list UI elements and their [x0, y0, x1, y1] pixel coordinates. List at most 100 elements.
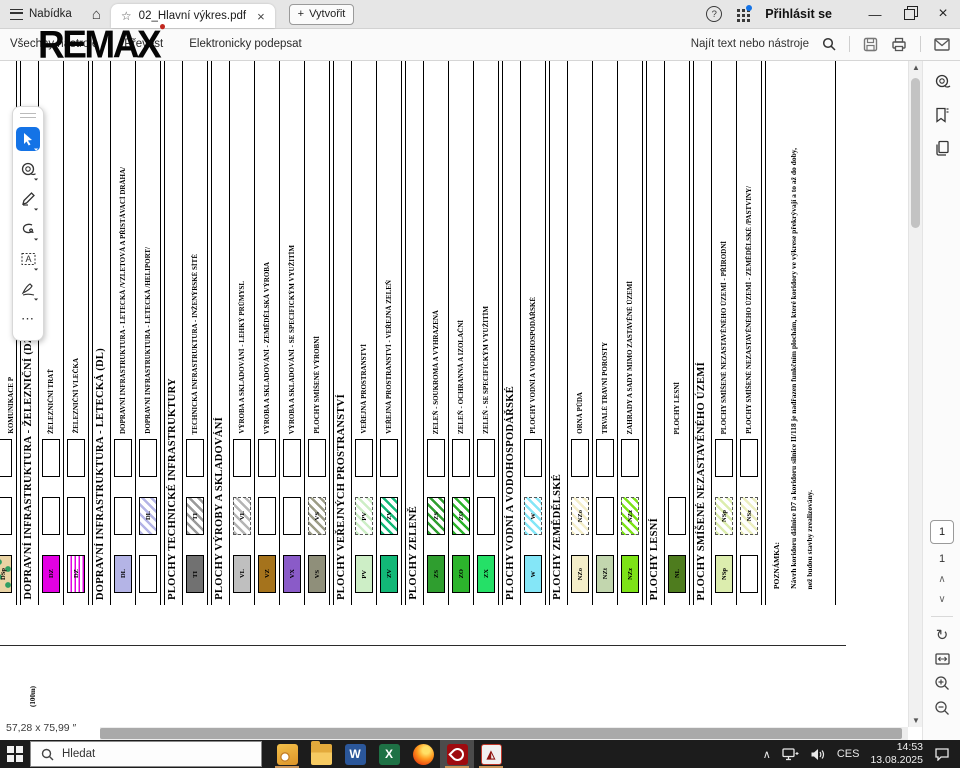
- tray-chevron-up-icon[interactable]: ∧: [763, 748, 771, 761]
- horizontal-scrollbar[interactable]: ‹: [0, 727, 908, 740]
- more-tools[interactable]: ⋯: [16, 307, 40, 331]
- swatch-code: ZX: [482, 569, 490, 579]
- swatch-code: VL: [238, 511, 246, 521]
- zoom-out-icon[interactable]: [934, 700, 950, 716]
- rotate-icon[interactable]: ↻: [936, 628, 949, 643]
- swatch-code: VX: [288, 569, 296, 579]
- taskbar-app-clock-folder[interactable]: [270, 740, 304, 768]
- horizontal-scroll-thumb[interactable]: [100, 728, 902, 739]
- clock[interactable]: 14:53 13.08.2025: [870, 741, 923, 767]
- select-arrow-tool[interactable]: [16, 127, 40, 151]
- star-icon[interactable]: ☆: [121, 9, 132, 23]
- legend-item: DOPRAVNÍ INFRASTRUKTURA - LETECKÁ /VZLET…: [110, 60, 135, 605]
- legend-swatch-solid: NZo: [571, 555, 589, 593]
- start-button[interactable]: [0, 740, 30, 768]
- scroll-up-icon[interactable]: ▲: [909, 60, 923, 74]
- taskbar-search-input[interactable]: Hledat: [30, 741, 262, 767]
- legend-swatch-solid: ZO: [452, 555, 470, 593]
- legend-swatch-box: [621, 439, 639, 477]
- excel-icon: X: [378, 743, 400, 765]
- legend-item: ŽELEZNIČNÍ VLEČKA DZ: [63, 60, 88, 605]
- legend-group: PLOCHY ZEMĚDĚLSKÉ ORNÁ PŮDA NZo NZo TRVALÉ T…: [549, 60, 643, 605]
- note-line-2: než budou stavby zrealizovány.: [805, 489, 814, 589]
- comments-icon[interactable]: [934, 74, 951, 90]
- pdf-page: KOMUNIKACE P DSp DOPRAVNÍ INFRASTRUKTURA -…: [0, 60, 908, 740]
- taskbar-app-word[interactable]: W: [338, 740, 372, 768]
- save-icon[interactable]: [863, 37, 878, 52]
- bookmarks-icon[interactable]: [935, 107, 949, 123]
- legend-swatch-hatch: ZS: [427, 497, 445, 535]
- taskbar-app-file-explorer[interactable]: [304, 740, 338, 768]
- taskbar-app-firefox[interactable]: [406, 740, 440, 768]
- apps-grid-icon[interactable]: [736, 4, 753, 21]
- legend-group: PLOCHY VÝROBY A SKLADOVÁNÍ VÝROBA A SKLAD…: [211, 60, 330, 605]
- next-page-icon[interactable]: ∨: [938, 594, 945, 605]
- find-label[interactable]: Najít text nebo nástroje: [691, 38, 809, 50]
- divider: [931, 616, 953, 617]
- taskbar-app-image-viewer[interactable]: ◭: [474, 740, 508, 768]
- swatch-code: DSp: [0, 568, 7, 580]
- signin-button[interactable]: Přihlásit se: [765, 7, 832, 21]
- highlight-tool[interactable]: [16, 187, 40, 211]
- legend-swatch-box: [283, 439, 301, 477]
- taskbar-app-acrobat[interactable]: [440, 740, 474, 768]
- restore-button[interactable]: [892, 0, 926, 28]
- tab-title: 02_Hlavní výkres.pdf: [138, 10, 247, 22]
- swatch-code: NSp: [720, 510, 728, 522]
- legend-item-swatches: VL VL: [230, 439, 254, 605]
- scroll-down-icon[interactable]: ▼: [909, 713, 923, 727]
- quick-tools-panel: A ⋯: [12, 106, 44, 341]
- zoom-in-icon[interactable]: [934, 675, 950, 691]
- taskbar-app-excel[interactable]: X: [372, 740, 406, 768]
- minimize-button[interactable]: —: [858, 0, 892, 28]
- swatch-code: NL: [673, 569, 681, 579]
- close-button[interactable]: ×: [926, 0, 960, 28]
- notification-icon[interactable]: [934, 747, 950, 761]
- legend-item-label: PLOCHY LESNÍ: [672, 381, 681, 434]
- firefox-icon: [412, 743, 434, 765]
- legend-item: VÝROBA A SKLADOVÁNÍ - ZEMĚDĚLSKÁ VÝROBA V…: [254, 60, 279, 605]
- speaker-icon[interactable]: [810, 748, 826, 761]
- folder-clock-icon: [276, 743, 298, 765]
- mail-icon[interactable]: [934, 37, 950, 51]
- sign-tool[interactable]: [16, 277, 40, 301]
- add-text-tool[interactable]: A: [16, 247, 40, 271]
- legend-swatch-solid: NL: [668, 555, 686, 593]
- vertical-scrollbar[interactable]: ▲ ▼: [908, 60, 923, 727]
- network-icon[interactable]: [782, 747, 799, 761]
- create-button[interactable]: + Vytvořit: [288, 3, 355, 25]
- legend-swatch-hatch: VS: [308, 497, 326, 535]
- page-thumbnails-icon[interactable]: [935, 140, 950, 156]
- legend-group-header-text: PLOCHY ZELENĚ: [408, 506, 420, 600]
- swatch-code: NZz: [626, 568, 634, 580]
- dropdown-corner-icon: [31, 264, 39, 271]
- legend-item-swatches: DZ: [39, 439, 63, 605]
- panel-drag-handle[interactable]: [20, 113, 36, 118]
- search-placeholder: Hledat: [62, 748, 96, 760]
- tab-close-icon[interactable]: ×: [257, 9, 265, 24]
- legend-group-header: PLOCHY ZELENĚ: [406, 60, 423, 605]
- swatch-code: DL: [144, 511, 152, 521]
- legend-item-label: PLOCHY SMÍŠENÉ NEZASTAVĚNÉHO ÚZEMÍ - ZEM…: [744, 186, 753, 434]
- esign-button[interactable]: Elektronicky podepsat: [189, 38, 302, 50]
- vertical-scroll-thumb[interactable]: [911, 78, 920, 228]
- legend-item-label: VÝROBA A SKLADOVÁNÍ - SE SPECIFICKÝM VYU…: [287, 244, 296, 434]
- print-icon[interactable]: [891, 37, 907, 52]
- legend-swatch-solid: ZX: [477, 555, 495, 593]
- swatch-code: ZS: [432, 570, 440, 578]
- search-icon[interactable]: [822, 37, 836, 51]
- comment-tool[interactable]: [16, 157, 40, 181]
- swatch-code: TI: [191, 512, 199, 520]
- help-icon[interactable]: ?: [706, 6, 723, 22]
- legend-swatch-box: [114, 497, 132, 535]
- fit-width-icon[interactable]: [934, 652, 951, 666]
- previous-page-icon[interactable]: ∧: [938, 574, 945, 585]
- swatch-code: NZo: [576, 567, 584, 581]
- draw-tool[interactable]: [16, 217, 40, 241]
- dropdown-corner-icon: [31, 294, 39, 301]
- home-icon[interactable]: ⌂: [82, 6, 111, 23]
- page-number-input[interactable]: 1: [930, 520, 954, 544]
- legend-item-swatches: DZ: [64, 439, 88, 605]
- grid-dots: [737, 8, 741, 12]
- language-indicator[interactable]: CES: [837, 748, 860, 760]
